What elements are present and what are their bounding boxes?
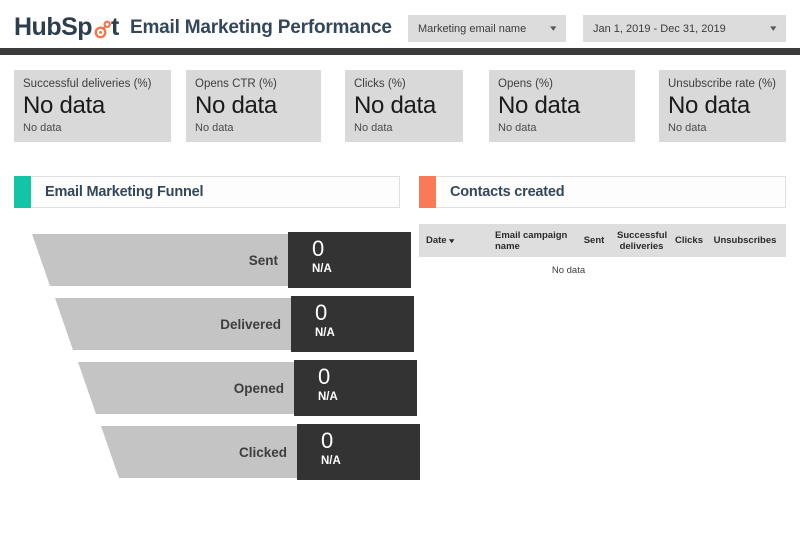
date-range-filter[interactable]: Jan 1, 2019 - Dec 31, 2019 ▾ xyxy=(583,15,786,42)
kpi-value: No data xyxy=(23,92,105,119)
header-divider xyxy=(0,48,800,55)
funnel-value-box: 0 N/A xyxy=(297,424,420,480)
contacts-panel-header: Contacts created xyxy=(419,176,786,208)
funnel-stage-label: Opened xyxy=(233,380,284,396)
funnel-count: 0 xyxy=(315,300,328,325)
logo-text-right: t xyxy=(111,13,119,41)
page-title: Email Marketing Performance xyxy=(130,17,392,38)
funnel-stage-clicked: Clicked 0 N/A xyxy=(0,424,420,480)
dashboard-page: HubSp t Email Marketing Performance Mark… xyxy=(0,0,800,544)
kpi-value: No data xyxy=(498,92,580,119)
funnel-stage-label: Delivered xyxy=(220,316,281,332)
funnel-panel-title: Email Marketing Funnel xyxy=(45,184,204,200)
column-header-clicks[interactable]: Clicks xyxy=(670,235,708,246)
funnel-stage-label: Sent xyxy=(248,252,278,268)
dashboard-header: HubSp t Email Marketing Performance Mark… xyxy=(0,0,800,48)
funnel-stage-sent: Sent 0 N/A xyxy=(0,232,415,288)
kpi-subtitle: No data xyxy=(354,122,393,134)
column-header-email-campaign-name[interactable]: Email campaign name xyxy=(491,230,575,252)
marketing-email-name-filter[interactable]: Marketing email name ▾ xyxy=(408,15,566,42)
email-marketing-funnel-chart: Sent 0 N/A Delivered 0 N/A Opened 0 N/A xyxy=(0,232,420,492)
column-header-date-label: Date xyxy=(426,234,447,246)
funnel-rate: N/A xyxy=(321,455,341,467)
kpi-subtitle: No data xyxy=(498,122,537,134)
funnel-stage-opened: Opened 0 N/A xyxy=(0,360,417,416)
funnel-stage-delivered: Delivered 0 N/A xyxy=(0,296,415,352)
column-header-unsubscribes[interactable]: Unsubscribes xyxy=(708,235,782,246)
table-empty-state: No data xyxy=(551,264,586,276)
sort-descending-icon: ▾ xyxy=(448,237,454,245)
chevron-down-icon: ▾ xyxy=(550,23,557,33)
funnel-rate: N/A xyxy=(318,391,338,403)
kpi-value: No data xyxy=(668,92,750,119)
funnel-count: 0 xyxy=(321,428,334,453)
kpi-card-clicks: Clicks (%) No data No data xyxy=(345,70,463,142)
hubspot-logo: HubSp t xyxy=(14,13,119,42)
kpi-title: Clicks (%) xyxy=(354,78,406,90)
funnel-count: 0 xyxy=(318,364,331,389)
kpi-card-opens: Opens (%) No data No data xyxy=(489,70,635,142)
kpi-title: Unsubscribe rate (%) xyxy=(668,78,777,90)
kpi-card-successful-deliveries: Successful deliveries (%) No data No dat… xyxy=(14,70,171,142)
hubspot-sprocket-icon xyxy=(91,19,112,40)
kpi-title: Opens (%) xyxy=(498,78,553,90)
contacts-panel-title: Contacts created xyxy=(450,184,565,200)
logo-text-left: HubSp xyxy=(14,13,93,41)
kpi-card-row: Successful deliveries (%) No data No dat… xyxy=(0,70,800,142)
funnel-value-box: 0 N/A xyxy=(294,360,417,416)
funnel-panel-header: Email Marketing Funnel xyxy=(14,176,400,208)
kpi-card-unsubscribe-rate: Unsubscribe rate (%) No data No data xyxy=(659,70,786,142)
table-header-row: Date ▾ Email campaign name Sent Successfu… xyxy=(419,224,786,257)
kpi-value: No data xyxy=(354,92,436,119)
column-header-date[interactable]: Date ▾ xyxy=(419,235,491,247)
funnel-count: 0 xyxy=(312,236,325,261)
marketing-email-name-filter-label: Marketing email name xyxy=(418,22,527,35)
funnel-rate: N/A xyxy=(312,263,332,275)
contacts-created-table: Date ▾ Email campaign name Sent Successfu… xyxy=(419,224,786,283)
column-header-sent[interactable]: Sent xyxy=(575,235,613,246)
kpi-value: No data xyxy=(195,92,277,119)
kpi-subtitle: No data xyxy=(668,122,707,134)
contacts-accent-bar xyxy=(419,176,436,208)
chevron-down-icon: ▾ xyxy=(770,23,777,33)
funnel-stage-label: Clicked xyxy=(238,444,287,460)
funnel-rate: N/A xyxy=(315,327,335,339)
funnel-accent-bar xyxy=(14,176,31,208)
kpi-title: Opens CTR (%) xyxy=(195,78,277,90)
date-range-filter-label: Jan 1, 2019 - Dec 31, 2019 xyxy=(593,22,726,35)
column-header-successful-deliveries[interactable]: Successful deliveries xyxy=(613,230,670,252)
kpi-subtitle: No data xyxy=(195,122,234,134)
kpi-subtitle: No data xyxy=(23,122,62,134)
kpi-title: Successful deliveries (%) xyxy=(23,78,152,90)
funnel-value-box: 0 N/A xyxy=(291,296,414,352)
kpi-card-opens-ctr: Opens CTR (%) No data No data xyxy=(186,70,321,142)
funnel-value-box: 0 N/A xyxy=(288,232,411,288)
